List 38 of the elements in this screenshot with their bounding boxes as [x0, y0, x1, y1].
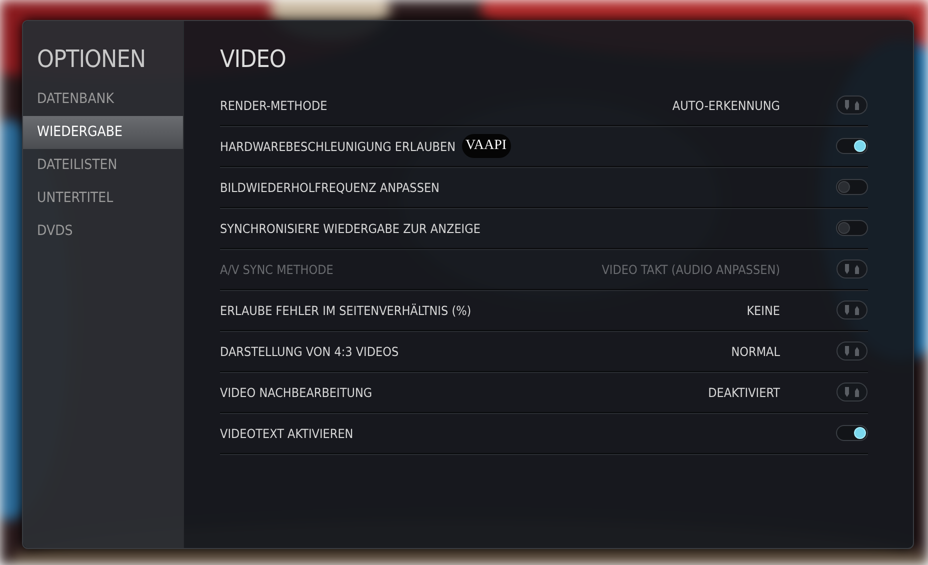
sidebar-item[interactable]: UNTERTITEL — [23, 182, 183, 215]
setting-label: HARDWAREBESCHLEUNIGUNG ERLAUBEN — [220, 138, 456, 154]
setting-label: A/V SYNC METHODE — [220, 262, 334, 276]
setting-label: DARSTELLUNG VON 4:3 VIDEOS — [220, 344, 399, 358]
setting-value: NORMAL — [731, 344, 780, 358]
setting-label: VIDEOTEXT AKTIVIEREN — [220, 426, 354, 440]
setting-row[interactable]: BILDWIEDERHOLFREQUENZ ANPASSEN — [220, 167, 868, 208]
sidebar-item[interactable]: DVDS — [23, 215, 183, 248]
sidebar-item[interactable]: DATENBANK — [23, 83, 183, 116]
toggle-switch[interactable] — [836, 138, 868, 154]
setting-row[interactable]: VIDEOTEXT AKTIVIEREN — [220, 413, 868, 454]
setting-label: VIDEO NACHBEARBEITUNG — [220, 384, 372, 400]
setting-label: RENDER-METHODE — [220, 98, 328, 112]
spinner-arrows-icon[interactable] — [836, 95, 868, 115]
setting-label: BILDWIEDERHOLFREQUENZ ANPASSEN — [220, 180, 440, 194]
sidebar-item[interactable]: WIEDERGABE — [23, 116, 183, 149]
setting-row[interactable]: VIDEO NACHBEARBEITUNG DEAKTIVIERT — [220, 372, 868, 413]
spinner-arrows-icon[interactable] — [836, 382, 868, 402]
setting-label: ERLAUBE FEHLER IM SEITENVERHÄLTNIS (%) — [220, 302, 472, 318]
spinner-arrows-icon[interactable] — [836, 341, 868, 361]
section-title: VIDEO — [220, 45, 287, 75]
toggle-switch[interactable] — [836, 220, 868, 236]
setting-value: AUTO-ERKENNUNG — [672, 98, 780, 112]
setting-row[interactable]: RENDER-METHODE AUTO-ERKENNUNG — [220, 85, 868, 126]
annotation-label: VAAPI — [462, 134, 511, 158]
sidebar-item[interactable]: DATEILISTEN — [23, 149, 183, 182]
setting-value: KEINE — [746, 302, 780, 318]
sidebar-title: OPTIONEN — [36, 45, 146, 75]
setting-label: SYNCHRONISIERE WIEDERGABE ZUR ANZEIGE — [220, 220, 480, 236]
setting-row[interactable]: HARDWAREBESCHLEUNIGUNG ERLAUBEN VAAPI — [220, 126, 868, 167]
spinner-arrows-icon[interactable] — [836, 300, 868, 320]
setting-value: DEAKTIVIERT — [708, 384, 780, 400]
setting-row[interactable]: ERLAUBE FEHLER IM SEITENVERHÄLTNIS (%) KEINE — [220, 290, 868, 331]
setting-row[interactable]: SYNCHRONISIERE WIEDERGABE ZUR ANZEIGE — [220, 208, 868, 249]
setting-row[interactable]: DARSTELLUNG VON 4:3 VIDEOS NORMAL — [220, 331, 868, 372]
toggle-switch[interactable] — [836, 425, 868, 441]
toggle-switch[interactable] — [836, 179, 868, 195]
setting-value: VIDEO TAKT (AUDIO ANPASSEN) — [602, 262, 780, 276]
